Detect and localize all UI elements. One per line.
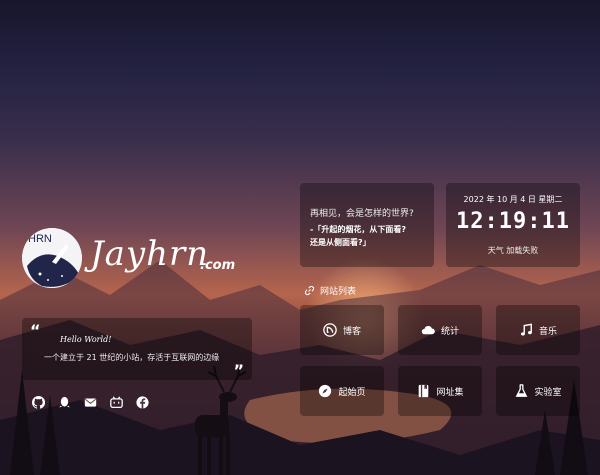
link-icon bbox=[302, 283, 316, 297]
site-tile-blog[interactable]: 博客 bbox=[300, 305, 384, 355]
site-tile-bookmarks[interactable]: 网址集 bbox=[398, 366, 482, 416]
brand-domain: .com bbox=[200, 258, 236, 273]
weather-status: 天气 加载失败 bbox=[487, 246, 539, 255]
clock-time: 12:19:11 bbox=[456, 209, 570, 234]
site-label: 博客 bbox=[342, 326, 361, 337]
quote-open-mark: “ bbox=[30, 321, 41, 340]
music-icon bbox=[519, 323, 533, 337]
site-list-title: 网站列表 bbox=[320, 286, 357, 297]
hello-title: Hello World! bbox=[60, 335, 112, 344]
github-icon[interactable] bbox=[30, 394, 46, 410]
site-tile-lab[interactable]: 实验室 bbox=[496, 366, 580, 416]
cloud-icon bbox=[421, 323, 435, 337]
avatar: HRN bbox=[22, 228, 82, 288]
avatar-text: HRN bbox=[28, 233, 52, 245]
site-logo[interactable]: HRN Jayhrn .com bbox=[22, 228, 242, 292]
compass-icon bbox=[318, 384, 332, 398]
site-label: 统计 bbox=[440, 326, 459, 337]
quote-close-mark: ” bbox=[233, 361, 244, 380]
facebook-icon[interactable] bbox=[134, 394, 150, 410]
qq-icon[interactable] bbox=[56, 394, 72, 410]
site-tile-music[interactable]: 音乐 bbox=[496, 305, 580, 355]
quote-line-2: 还是从侧面看?」 bbox=[310, 238, 371, 247]
site-label: 实验室 bbox=[534, 387, 562, 398]
quote-line-1: -「升起的烟花，从下面看? bbox=[310, 225, 406, 234]
quote-question: 再相见，会是怎样的世界? bbox=[310, 209, 414, 219]
clock-card: 2022 年 10 月 4 日 星期二 12:19:11 天气 加载失败 bbox=[446, 183, 580, 267]
social-links bbox=[30, 394, 150, 410]
avatar-illustration: HRN bbox=[22, 228, 82, 288]
quote-card[interactable]: 再相见，会是怎样的世界? -「升起的烟花，从下面看? 还是从侧面看?」 bbox=[300, 183, 434, 267]
site-list-heading: 网站列表 bbox=[302, 283, 356, 297]
flask-icon bbox=[514, 384, 528, 398]
site-label: 网址集 bbox=[436, 387, 464, 398]
email-icon[interactable] bbox=[82, 394, 98, 410]
book-icon bbox=[416, 384, 430, 398]
site-label: 音乐 bbox=[538, 326, 557, 337]
bilibili-icon[interactable] bbox=[108, 394, 124, 410]
site-tile-stats[interactable]: 统计 bbox=[398, 305, 482, 355]
blog-icon bbox=[323, 323, 337, 337]
clock-date: 2022 年 10 月 4 日 星期二 bbox=[463, 195, 563, 204]
brand-name: Jayhrn bbox=[90, 234, 210, 274]
hello-card: “ Hello World! 一个建立于 21 世纪的小站，存活于互联网的边缘 … bbox=[22, 318, 252, 380]
site-label: 起始页 bbox=[338, 387, 366, 398]
site-tile-start[interactable]: 起始页 bbox=[300, 366, 384, 416]
hello-description: 一个建立于 21 世纪的小站，存活于互联网的边缘 bbox=[44, 353, 220, 362]
